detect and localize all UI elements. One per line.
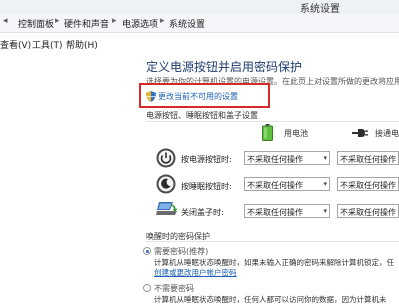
section-divider [146, 241, 399, 242]
select-value: 不采取任何操作 [247, 208, 303, 217]
power-button-battery-select[interactable]: 不采取任何操作 ▾ [244, 151, 330, 165]
back-arrow-icon[interactable]: ◂ [3, 16, 8, 26]
breadcrumb-separator-icon[interactable]: ▸ [160, 16, 165, 26]
section-divider [146, 121, 399, 122]
lid-close-battery-select[interactable]: 不采取任何操作 ▾ [244, 204, 330, 218]
chevron-down-icon: ▾ [323, 180, 327, 188]
menu-view[interactable]: 查看(V) [0, 38, 31, 51]
select-value: 不采取任何操作 [247, 181, 303, 190]
change-settings-link[interactable]: 更改当前不可用的设置 [158, 91, 238, 102]
lid-close-plugged-select[interactable]: 不采取任何操作 [337, 204, 399, 218]
button-section-title: 电源按钮、睡眠按钮和盖子设置 [146, 111, 258, 120]
power-icon [156, 148, 176, 168]
plug-icon [352, 129, 368, 137]
create-password-link[interactable]: 创建或更改用户帐户密码 [154, 267, 237, 278]
sleep-icon [156, 174, 176, 194]
column-battery-label: 用电池 [284, 129, 308, 138]
sleep-button-plugged-select[interactable]: 不采取任何操作 [337, 177, 399, 191]
select-value: 不采取任何操作 [340, 155, 396, 164]
chevron-down-icon: ▾ [323, 154, 327, 162]
breadcrumb-hardware-sound[interactable]: 硬件和声音 [64, 17, 109, 30]
menu-help[interactable]: 帮助(H) [66, 38, 98, 51]
window-title: 系统设置 [300, 4, 340, 15]
battery-icon [262, 124, 273, 141]
no-password-radio[interactable] [143, 284, 151, 292]
sleep-button-battery-select[interactable]: 不采取任何操作 ▾ [244, 177, 330, 191]
shield-icon [146, 91, 156, 102]
breadcrumb-power-options[interactable]: 电源选项 [122, 17, 158, 30]
require-password-label: 需要密码(推荐) [154, 247, 209, 256]
power-button-plugged-select[interactable]: 不采取任何操作 [337, 151, 399, 165]
no-password-label: 不需要密码 [154, 284, 194, 293]
require-password-radio[interactable] [143, 247, 151, 255]
breadcrumb-system-settings[interactable]: 系统设置 [169, 17, 205, 30]
breadcrumb-separator-icon[interactable]: ▸ [55, 16, 60, 26]
sleep-button-label: 按睡眠按钮时: [181, 182, 232, 191]
chevron-down-icon: ▾ [323, 207, 327, 215]
page-title: 定义电源按钮并启用密码保护 [146, 60, 303, 74]
select-value: 不采取任何操作 [247, 155, 303, 164]
power-button-label: 按电源按钮时: [181, 155, 232, 164]
select-value: 不采取任何操作 [340, 208, 396, 217]
select-value: 不采取任何操作 [340, 181, 396, 190]
menu-tools[interactable]: 工具(T) [32, 38, 63, 51]
lid-icon [156, 202, 178, 215]
breadcrumb-separator-icon[interactable]: ▸ [112, 16, 117, 26]
lid-close-label: 关闭盖子时: [181, 208, 224, 217]
column-plugged-label: 接通电源 [375, 129, 399, 138]
breadcrumb-control-panel[interactable]: 控制面板 [18, 17, 54, 30]
